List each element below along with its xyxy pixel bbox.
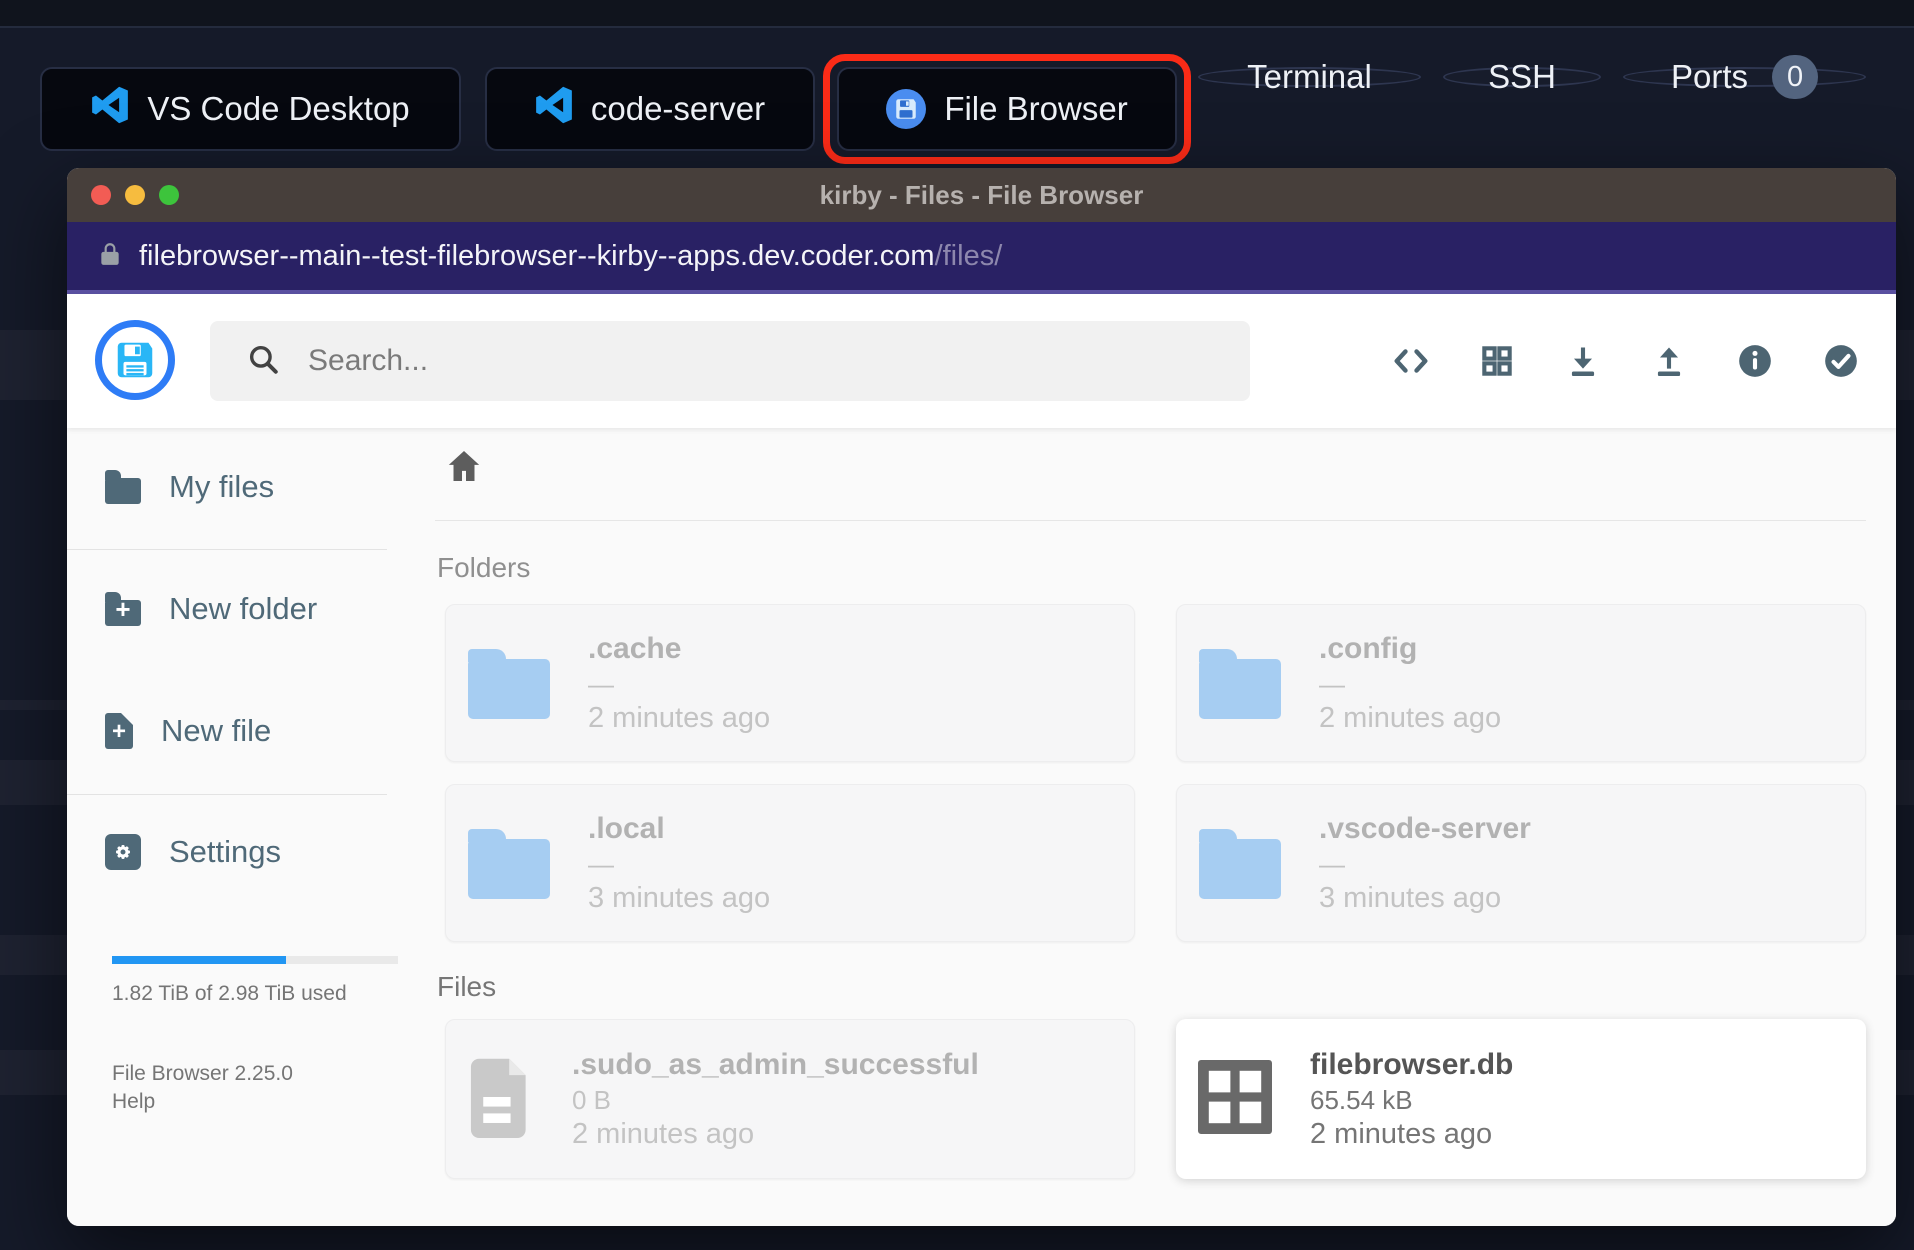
address-bar[interactable]: filebrowser--main--test-filebrowser--kir… bbox=[67, 222, 1896, 294]
folder-icon bbox=[468, 649, 550, 719]
window-title: kirby - Files - File Browser bbox=[819, 179, 1144, 210]
gear-icon bbox=[105, 834, 141, 870]
taskbar-button-label: SSH bbox=[1488, 58, 1556, 95]
folder-icon bbox=[1199, 829, 1281, 899]
app-version: File Browser 2.25.0 bbox=[112, 1062, 293, 1085]
search-input[interactable] bbox=[306, 343, 1110, 379]
file-icon bbox=[468, 1056, 534, 1143]
grid-icon[interactable] bbox=[1478, 342, 1516, 380]
lock-icon bbox=[97, 241, 123, 272]
taskbar-button-code-server[interactable]: code-server bbox=[485, 67, 815, 151]
taskbar-button-label: VS Code Desktop bbox=[147, 90, 410, 127]
files-section-label: Files bbox=[437, 971, 497, 1002]
browser-window: kirby - Files - File Browser filebrowser… bbox=[67, 168, 1896, 1226]
check-circle-icon[interactable] bbox=[1822, 342, 1860, 380]
item-size: 65.54 kB bbox=[1310, 1085, 1413, 1115]
folders-section-label: Folders bbox=[437, 552, 531, 583]
sidebar-item-my-files[interactable]: My files bbox=[105, 457, 274, 517]
help-link[interactable]: Help bbox=[112, 1090, 155, 1114]
sidebar-item-label: New file bbox=[161, 713, 272, 748]
home-icon bbox=[448, 451, 480, 481]
download-icon[interactable] bbox=[1564, 342, 1602, 380]
url-host: filebrowser--main--test-filebrowser--kir… bbox=[139, 239, 1003, 272]
folder-icon bbox=[1199, 649, 1281, 719]
folder-card-local[interactable]: .local — 3 minutes ago bbox=[445, 784, 1135, 942]
search-bar[interactable] bbox=[210, 321, 1250, 401]
folder-card-vscode-server[interactable]: .vscode-server — 3 minutes ago bbox=[1176, 784, 1866, 942]
floppy-disk-icon bbox=[117, 342, 153, 378]
folder-icon bbox=[468, 829, 550, 899]
item-size: 0 B bbox=[572, 1085, 612, 1115]
sidebar-item-label: My files bbox=[169, 469, 275, 504]
item-modified: 2 minutes ago bbox=[588, 702, 771, 734]
item-name: filebrowser.db bbox=[1310, 1048, 1514, 1081]
item-size: — bbox=[1319, 849, 1345, 879]
item-name: .sudo_as_admin_successful bbox=[572, 1048, 979, 1081]
item-modified: 3 minutes ago bbox=[1319, 882, 1502, 914]
window-titlebar: kirby - Files - File Browser bbox=[67, 168, 1896, 222]
vscode-icon bbox=[535, 86, 573, 132]
top-strip bbox=[0, 0, 1914, 28]
search-icon bbox=[246, 342, 280, 381]
taskbar-button-file-browser[interactable]: File Browser bbox=[837, 67, 1177, 151]
folder-card-cache[interactable]: .cache — 2 minutes ago bbox=[445, 604, 1135, 762]
header-actions bbox=[1392, 294, 1860, 428]
sidebar-item-new-file[interactable]: New file bbox=[105, 701, 271, 761]
item-size: — bbox=[588, 849, 614, 879]
ports-count-badge: 0 bbox=[1772, 55, 1819, 99]
taskbar-button-vscode-desktop[interactable]: VS Code Desktop bbox=[40, 67, 461, 151]
code-icon[interactable] bbox=[1392, 342, 1430, 380]
sidebar-item-label: Settings bbox=[169, 834, 282, 869]
url-path: /files/ bbox=[934, 239, 1003, 272]
item-modified: 2 minutes ago bbox=[1310, 1118, 1493, 1150]
folder-plus-icon bbox=[105, 592, 141, 626]
file-card-filebrowser-db[interactable]: filebrowser.db 65.54 kB 2 minutes ago bbox=[1176, 1019, 1866, 1179]
filebrowser-logo[interactable] bbox=[95, 320, 175, 400]
taskbar-button-label: code-server bbox=[590, 90, 766, 127]
folder-card-config[interactable]: .config — 2 minutes ago bbox=[1176, 604, 1866, 762]
breadcrumb-home-button[interactable] bbox=[442, 444, 486, 488]
vscode-icon bbox=[91, 86, 129, 132]
sidebar-item-new-folder[interactable]: New folder bbox=[105, 579, 317, 639]
database-grid-icon bbox=[1198, 1059, 1272, 1139]
taskbar-button-label: Ports bbox=[1670, 58, 1749, 95]
taskbar-button-label: File Browser bbox=[944, 90, 1128, 127]
item-modified: 2 minutes ago bbox=[572, 1118, 755, 1150]
sidebar-divider bbox=[67, 794, 387, 795]
item-modified: 3 minutes ago bbox=[588, 882, 771, 914]
item-name: .vscode-server bbox=[1319, 812, 1531, 845]
item-name: .local bbox=[588, 812, 665, 845]
sidebar-item-label: New folder bbox=[169, 591, 318, 626]
filebrowser-icon bbox=[886, 89, 927, 129]
desktop-background: VS Code Desktop code-server File Browser… bbox=[0, 0, 1914, 1250]
file-plus-icon bbox=[105, 713, 133, 749]
item-name: .config bbox=[1319, 632, 1418, 665]
sidebar-divider bbox=[67, 549, 387, 550]
upload-icon[interactable] bbox=[1650, 342, 1688, 380]
folder-icon bbox=[105, 470, 141, 504]
taskbar-button-ports[interactable]: Ports 0 bbox=[1623, 55, 1866, 99]
disk-usage-fill bbox=[112, 956, 287, 964]
item-size: — bbox=[1319, 669, 1345, 699]
item-size: — bbox=[588, 669, 614, 699]
taskbar-button-label: Terminal bbox=[1247, 58, 1372, 95]
info-icon[interactable] bbox=[1736, 342, 1774, 380]
sidebar-item-settings[interactable]: Settings bbox=[105, 822, 281, 882]
item-modified: 2 minutes ago bbox=[1319, 702, 1502, 734]
app-header bbox=[67, 294, 1896, 428]
taskbar-button-ssh[interactable]: SSH bbox=[1443, 58, 1601, 95]
file-card-sudo-as-admin-successful[interactable]: .sudo_as_admin_successful 0 B 2 minutes … bbox=[445, 1019, 1135, 1179]
disk-usage-text: 1.82 TiB of 2.98 TiB used bbox=[112, 982, 347, 1005]
filebrowser-app: My files New folder New file bbox=[67, 294, 1896, 1226]
breadcrumb-divider bbox=[435, 520, 1866, 521]
taskbar-button-terminal[interactable]: Terminal bbox=[1198, 58, 1421, 95]
disk-usage-bar bbox=[112, 956, 398, 964]
item-name: .cache bbox=[588, 632, 682, 665]
